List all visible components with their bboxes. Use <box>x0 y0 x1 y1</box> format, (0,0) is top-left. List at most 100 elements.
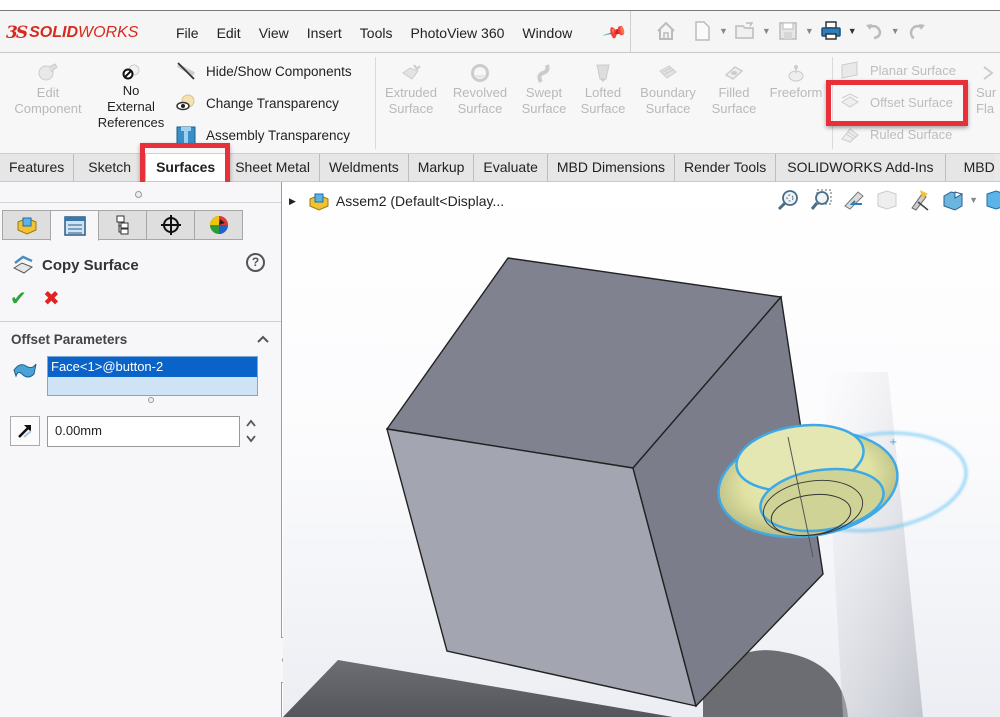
display-style-icon[interactable] <box>941 188 965 212</box>
lofted-surface-button[interactable]: Lofted Surface <box>577 63 629 117</box>
property-manager-title-text: Copy Surface <box>42 256 139 274</box>
panel-top-divider <box>0 202 281 203</box>
swept-surface-label-2: Surface <box>521 101 567 116</box>
dimxpert-manager-tab[interactable] <box>146 210 195 240</box>
solidworks-logo[interactable]: 3S SOLID WORKS <box>6 23 138 43</box>
undo-icon[interactable] <box>863 20 885 42</box>
filled-surface-button[interactable]: Filled Surface <box>707 63 761 117</box>
group-divider <box>0 321 281 322</box>
surface-flatten-label-1: Sur <box>976 85 997 100</box>
print-icon[interactable] <box>820 20 842 42</box>
tab-solidworks-add-ins[interactable]: SOLIDWORKS Add-Ins <box>776 154 946 181</box>
hide-show-components-button[interactable]: Hide/Show Components <box>175 61 352 81</box>
no-external-references-label-1: No <box>122 83 140 98</box>
home-icon[interactable] <box>655 20 677 42</box>
distance-spinner[interactable] <box>245 416 257 450</box>
tab-mbd-dimensions[interactable]: MBD Dimensions <box>547 154 676 181</box>
reverse-direction-button[interactable] <box>10 416 40 446</box>
tab-sketch[interactable]: Sketch <box>74 154 147 181</box>
ok-button[interactable]: ✔ <box>10 286 27 311</box>
edit-component-label-1: Edit <box>36 85 60 100</box>
graphics-area[interactable]: + ▶ Assem2 (Default<Display... ▼ <box>283 182 1000 717</box>
assembly-transparency-button[interactable]: Assembly Transparency <box>175 125 350 145</box>
property-manager-panel: Copy Surface ? ✔ ✖ Offset Parameters Fac… <box>0 182 282 717</box>
selected-faces-list[interactable]: Face<1>@button-2 <box>47 356 258 396</box>
configuration-manager-tab[interactable] <box>98 210 147 240</box>
save-dropdown-caret[interactable]: ▼ <box>805 26 814 36</box>
cancel-button[interactable]: ✖ <box>43 286 60 311</box>
panel-splitter-handle[interactable] <box>135 191 142 198</box>
planar-surface-button[interactable]: Planar Surface <box>840 61 956 79</box>
freeform-button[interactable]: Freeform <box>765 63 827 101</box>
revolved-surface-icon <box>471 64 489 82</box>
tab-render-tools[interactable]: Render Tools <box>675 154 777 181</box>
surface-flatten-icon <box>983 66 994 80</box>
menu-insert[interactable]: Insert <box>307 25 342 41</box>
ruled-surface-button[interactable]: Ruled Surface <box>840 125 952 143</box>
assembly-transparency-icon <box>176 126 196 145</box>
boundary-surface-button[interactable]: Boundary Surface <box>634 63 702 117</box>
boundary-surface-label-1: Boundary <box>640 85 696 100</box>
lofted-surface-icon <box>596 64 610 82</box>
extruded-surface-button[interactable]: Extruded Surface <box>380 63 442 117</box>
freeform-label-1: Freeform <box>769 85 823 100</box>
revolved-surface-button[interactable]: Revolved Surface <box>448 63 512 117</box>
tab-evaluate[interactable]: Evaluate <box>474 154 548 181</box>
display-style-dropdown-caret[interactable]: ▼ <box>969 195 978 205</box>
selected-face-item[interactable]: Face<1>@button-2 <box>48 357 257 377</box>
menu-window[interactable]: Window <box>522 25 572 41</box>
main-menu: File Edit View Insert Tools PhotoView 36… <box>176 25 590 41</box>
previous-view-icon[interactable] <box>842 188 866 212</box>
tab-weldments[interactable]: Weldments <box>319 154 409 181</box>
reverse-direction-icon <box>18 425 32 438</box>
menu-view[interactable]: View <box>259 25 289 41</box>
dimxpert-icon <box>160 215 181 235</box>
new-document-icon[interactable] <box>691 20 713 42</box>
new-dropdown-caret[interactable]: ▼ <box>719 26 728 36</box>
menu-photoview[interactable]: PhotoView 360 <box>410 25 504 41</box>
edit-component-button[interactable]: Edit Component <box>8 63 88 117</box>
edit-component-icon <box>38 63 58 81</box>
hide-show-items-icon[interactable] <box>984 188 1000 212</box>
open-dropdown-caret[interactable]: ▼ <box>762 26 771 36</box>
tab-markup[interactable]: Markup <box>408 154 475 181</box>
open-folder-icon[interactable] <box>734 20 756 42</box>
menu-separator <box>630 11 631 53</box>
menu-file[interactable]: File <box>176 25 199 41</box>
extruded-surface-label-2: Surface <box>388 101 434 116</box>
help-icon[interactable]: ? <box>246 253 265 272</box>
undo-dropdown-caret[interactable]: ▼ <box>891 26 900 36</box>
menu-tools[interactable]: Tools <box>360 25 393 41</box>
zoom-to-area-icon[interactable] <box>809 188 833 212</box>
feature-tree-root[interactable]: ▶ Assem2 (Default<Display... <box>289 191 504 211</box>
tab-features[interactable]: Features <box>0 154 75 181</box>
print-dropdown-caret[interactable]: ▼ <box>848 26 857 36</box>
property-manager-tab[interactable] <box>50 210 99 241</box>
feature-manager-tab[interactable] <box>2 210 51 240</box>
configuration-manager-icon <box>116 215 128 235</box>
expand-triangle-icon[interactable]: ▶ <box>289 196 296 207</box>
view-orientation-icon[interactable] <box>908 188 932 212</box>
pin-icon[interactable]: 📌 <box>601 19 628 46</box>
list-resize-handle[interactable] <box>148 397 154 403</box>
brand-bold: SOLID <box>29 24 78 41</box>
filled-surface-icon <box>724 66 744 80</box>
section-view-icon[interactable] <box>875 188 899 212</box>
menu-edit[interactable]: Edit <box>217 25 241 41</box>
feature-manager-icon <box>17 217 36 235</box>
hide-show-components-icon <box>176 62 195 80</box>
tab-sheet-metal[interactable]: Sheet Metal <box>226 154 320 181</box>
offset-distance-input[interactable]: 0.00mm <box>47 416 240 447</box>
extruded-surface-label-1: Extruded <box>384 85 438 100</box>
tab-mbd[interactable]: MBD <box>945 154 995 181</box>
display-manager-tab[interactable] <box>194 210 243 240</box>
collapse-group-icon[interactable] <box>256 334 270 344</box>
no-external-references-button[interactable]: No External References <box>94 63 168 131</box>
swept-surface-button[interactable]: Swept Surface <box>517 63 571 117</box>
surface-flatten-button[interactable]: Sur Fla <box>976 63 1000 117</box>
redo-icon[interactable] <box>906 20 928 42</box>
zoom-to-fit-icon[interactable] <box>776 188 800 212</box>
change-transparency-button[interactable]: Change Transparency <box>175 93 339 113</box>
lofted-surface-label-2: Surface <box>580 101 626 116</box>
save-icon[interactable] <box>777 20 799 42</box>
